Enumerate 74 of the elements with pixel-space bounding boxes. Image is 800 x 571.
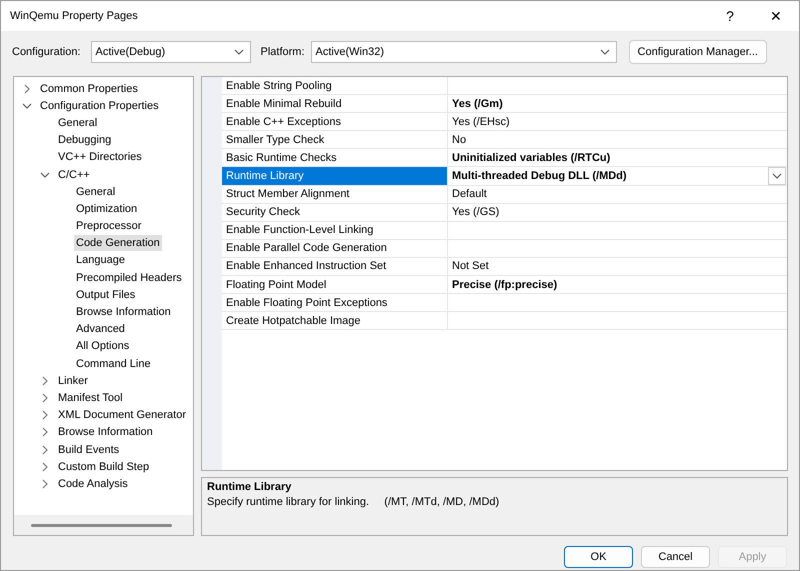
- chevron-right-icon[interactable]: [40, 392, 50, 403]
- property-name[interactable]: Enable String Pooling: [222, 77, 448, 94]
- property-value[interactable]: Uninitialized variables (/RTCu): [452, 152, 610, 164]
- tree-item[interactable]: General: [74, 184, 118, 200]
- close-button[interactable]: ✕: [753, 1, 799, 31]
- configuration-label: Configuration:: [12, 46, 80, 58]
- property-name[interactable]: Basic Runtime Checks: [222, 149, 448, 166]
- property-name[interactable]: Enable Parallel Code Generation: [222, 240, 448, 257]
- dialog-button[interactable]: OK: [564, 546, 633, 568]
- property-name[interactable]: Enable Floating Point Exceptions: [222, 294, 448, 312]
- property-name[interactable]: Enable Function-Level Linking: [222, 222, 448, 239]
- tree-item[interactable]: Custom Build Step: [56, 458, 152, 475]
- tree-item[interactable]: Precompiled Headers: [74, 270, 184, 286]
- tree-item[interactable]: Manifest Tool: [56, 390, 125, 406]
- tree-item[interactable]: Language: [74, 252, 127, 268]
- tree-item[interactable]: Advanced: [74, 321, 127, 338]
- property-name[interactable]: Enable Enhanced Instruction Set: [222, 258, 448, 276]
- chevron-right-icon[interactable]: [40, 444, 50, 455]
- tree-item[interactable]: VC++ Directories: [56, 149, 144, 166]
- tree-item[interactable]: Code Generation: [74, 235, 162, 252]
- property-name[interactable]: Enable C++ Exceptions: [222, 113, 448, 130]
- chevron-down-icon: [772, 171, 782, 182]
- property-value[interactable]: Precise (/fp:precise): [452, 278, 558, 291]
- tree-item[interactable]: Debugging: [56, 132, 114, 148]
- tree-item[interactable]: Browse Information: [74, 304, 173, 320]
- window-title: WinQemu Property Pages: [10, 10, 139, 22]
- chevron-right-icon[interactable]: [40, 427, 50, 438]
- tree-item[interactable]: Command Line: [74, 356, 153, 372]
- chevron-down-icon: [600, 47, 610, 57]
- tree-item[interactable]: General: [56, 114, 100, 131]
- property-name[interactable]: Floating Point Model: [222, 276, 448, 294]
- tree-item[interactable]: Output Files: [74, 286, 138, 303]
- configuration-manager-button[interactable]: Configuration Manager...: [628, 40, 767, 64]
- help-button[interactable]: ?: [707, 1, 753, 31]
- tree-item[interactable]: Build Events: [56, 442, 122, 458]
- tree-item[interactable]: Common Properties: [38, 80, 140, 97]
- tree-item[interactable]: Linker: [56, 372, 90, 389]
- property-name[interactable]: Create Hotpatchable Image: [222, 312, 448, 330]
- chevron-down-icon[interactable]: [22, 100, 32, 111]
- dialog-button[interactable]: Cancel: [641, 546, 710, 568]
- property-name[interactable]: Struct Member Alignment: [222, 186, 448, 203]
- chevron-down-icon: [234, 47, 244, 57]
- chevron-right-icon[interactable]: [40, 376, 50, 386]
- chevron-down-icon[interactable]: [40, 170, 50, 180]
- tree-item[interactable]: All Options: [74, 338, 132, 354]
- chevron-right-icon[interactable]: [40, 410, 50, 420]
- platform-label: Platform:: [260, 46, 305, 58]
- tree-item[interactable]: XML Document Generator: [56, 407, 188, 424]
- platform-dropdown[interactable]: Active(Win32): [310, 41, 617, 63]
- property-value[interactable]: Yes (/EHsc): [452, 116, 510, 128]
- property-value[interactable]: Not Set: [452, 260, 489, 272]
- property-name[interactable]: Enable Minimal Rebuild: [222, 95, 448, 112]
- property-name[interactable]: Runtime Library: [222, 167, 448, 185]
- property-value[interactable]: Yes (/Gm): [452, 98, 503, 110]
- property-name[interactable]: Smaller Type Check: [222, 131, 448, 148]
- property-value[interactable]: No: [452, 134, 466, 146]
- property-name[interactable]: Security Check: [222, 204, 448, 221]
- description-title: Runtime Library: [207, 481, 292, 493]
- chevron-right-icon[interactable]: [22, 84, 32, 94]
- tree-item[interactable]: Optimization: [74, 200, 140, 217]
- description-text: Specify runtime library for linking. (/MT, /MTd, /MD, /MDd): [207, 496, 500, 508]
- configuration-dropdown[interactable]: Active(Debug): [90, 41, 250, 63]
- tree-item[interactable]: Preprocessor: [74, 218, 144, 234]
- property-value[interactable]: Multi-threaded Debug DLL (/MDd): [452, 170, 627, 182]
- tree-item[interactable]: Code Analysis: [56, 476, 130, 492]
- chevron-right-icon[interactable]: [40, 462, 50, 472]
- tree-item[interactable]: C/C++: [56, 166, 92, 183]
- dropdown-button[interactable]: [768, 167, 786, 186]
- chevron-right-icon[interactable]: [40, 478, 50, 489]
- tree-item[interactable]: Browse Information: [56, 424, 155, 440]
- property-value[interactable]: Default: [452, 188, 487, 200]
- property-value[interactable]: Yes (/GS): [452, 206, 500, 218]
- tree-item[interactable]: Configuration Properties: [38, 98, 161, 114]
- scrollbar-thumb[interactable]: [31, 524, 172, 526]
